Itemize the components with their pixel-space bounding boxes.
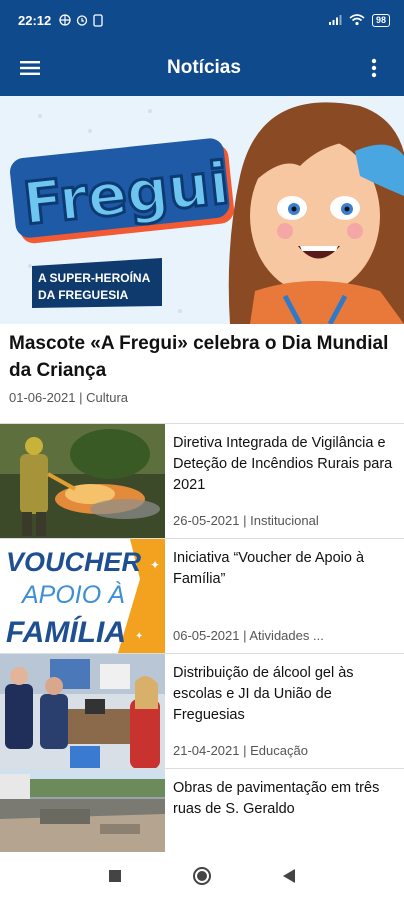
svg-text:✦: ✦ — [135, 631, 143, 642]
news-thumbnail-school — [0, 654, 165, 768]
news-title: Iniciativa “Voucher de Apoio à Família” — [173, 550, 365, 587]
news-meta: 21-04-2021 | Educação — [173, 743, 308, 758]
battery-icon: 98 — [371, 13, 390, 27]
hero-badge-line2: DA FREGUESIA — [38, 288, 129, 302]
menu-icon — [20, 61, 40, 75]
hero-image[interactable]: Fregui A SUPER-HEROÍNA DA FREGUESIA — [0, 96, 404, 324]
home-icon[interactable] — [192, 866, 212, 886]
more-options-button[interactable] — [344, 40, 404, 96]
alarm-icon — [77, 15, 88, 26]
svg-text:✦: ✦ — [150, 558, 160, 572]
voucher-line2: APOIO À — [20, 580, 125, 609]
page-title: Notícias — [167, 57, 241, 78]
news-title: Obras de pavimentação em três ruas de S.… — [173, 780, 380, 817]
hero-badge-line1: A SUPER-HEROÍNA — [38, 270, 151, 285]
app-bar: Notícias — [0, 40, 404, 96]
wifi-icon — [349, 14, 365, 26]
system-navigation-bar — [0, 852, 404, 900]
hero-article-meta: 01-06-2021 | Cultura — [9, 390, 129, 405]
back-icon[interactable] — [282, 868, 296, 884]
status-right: 98 — [328, 13, 390, 27]
news-list: Diretiva Integrada de Vigilância e Deteç… — [0, 423, 404, 883]
menu-button[interactable] — [0, 40, 60, 96]
news-meta: 06-05-2021 | Atividades ... — [173, 628, 324, 643]
news-item[interactable]: Distribuição de álcool gel às escolas e … — [0, 653, 404, 768]
news-thumbnail-voucher: ✦ ✦ VOUCHER APOIO À FAMÍLIA — [0, 539, 165, 653]
status-bar: 22:12 98 — [0, 0, 404, 40]
recents-icon[interactable] — [108, 869, 122, 883]
voucher-line3: FAMÍLIA — [6, 615, 126, 649]
status-notification-icons — [59, 13, 103, 27]
news-item[interactable]: ✦ ✦ VOUCHER APOIO À FAMÍLIA Iniciativa “… — [0, 538, 404, 653]
signal-icon — [328, 15, 342, 25]
news-title: Diretiva Integrada de Vigilância e Deteç… — [173, 435, 393, 493]
hero-illustration: Fregui A SUPER-HEROÍNA DA FREGUESIA — [0, 96, 404, 324]
news-title: Distribuição de álcool gel às escolas e … — [173, 665, 354, 723]
phone-icon — [93, 13, 103, 27]
status-time: 22:12 — [18, 12, 52, 28]
more-vert-icon — [371, 58, 377, 78]
news-meta: 26-05-2021 | Institucional — [173, 513, 319, 528]
fan-icon — [59, 14, 71, 26]
news-thumbnail-firefighter — [0, 424, 165, 538]
voucher-line1: VOUCHER — [6, 547, 142, 577]
hero-article-title[interactable]: Mascote «A Fregui» celebra o Dia Mundial… — [9, 330, 399, 384]
news-item[interactable]: Diretiva Integrada de Vigilância e Deteç… — [0, 423, 404, 538]
